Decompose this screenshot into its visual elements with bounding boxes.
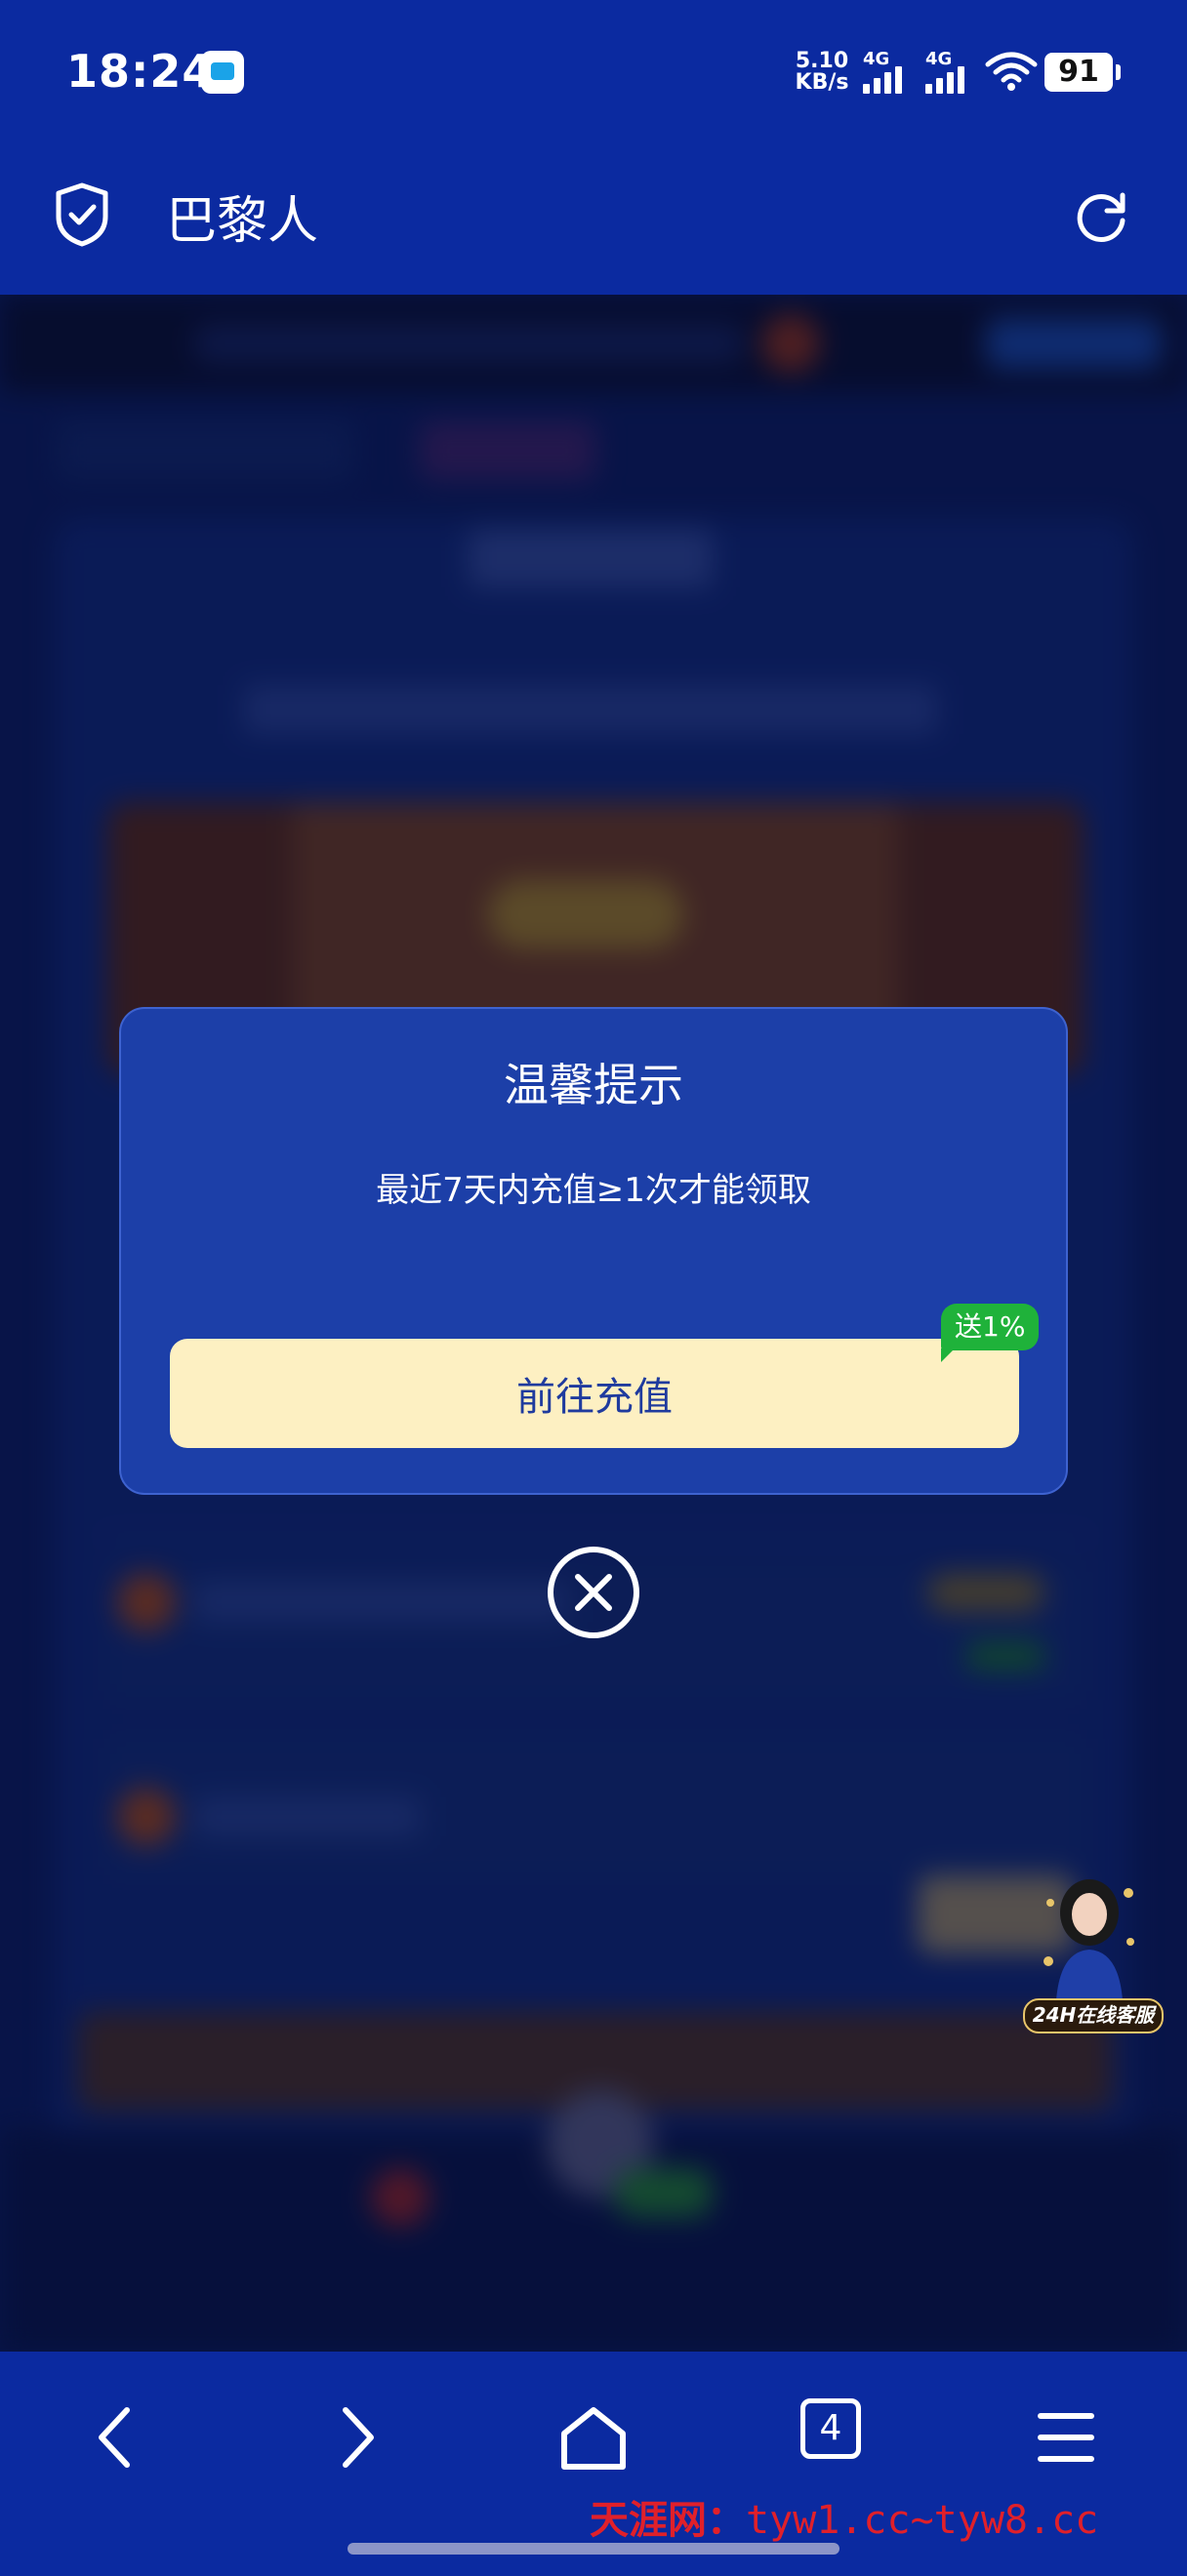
status-bar: 18:24 5.10 KB/s 4G 4G 91 — [0, 0, 1187, 146]
notification-app-icon — [201, 51, 244, 94]
refresh-icon[interactable] — [1070, 183, 1132, 246]
shield-check-icon[interactable] — [53, 181, 111, 248]
battery-indicator: 91 — [1044, 53, 1121, 92]
signal-icon-2: 4G — [921, 49, 976, 94]
signal-icon: 4G — [859, 49, 914, 94]
status-time: 18:24 — [66, 45, 215, 98]
browser-bottom-nav: 4 天涯网：tyw1.cc~tyw8.cc — [0, 2352, 1187, 2576]
customer-service-avatar — [1044, 1879, 1134, 2000]
watermark-text: 天涯网： — [590, 2497, 746, 2543]
gesture-bar[interactable] — [348, 2543, 839, 2555]
home-icon[interactable] — [554, 2398, 633, 2476]
bonus-badge: 送1% — [941, 1304, 1040, 1362]
forward-icon[interactable] — [316, 2398, 394, 2476]
network-speed: 5.10 KB/s — [791, 51, 853, 94]
watermark: 天涯网：tyw1.cc~tyw8.cc — [590, 2488, 1098, 2545]
go-recharge-button[interactable]: 前往充值 — [170, 1339, 1019, 1448]
network-speed-unit: KB/s — [795, 70, 849, 95]
wifi-icon — [985, 52, 1038, 91]
menu-icon[interactable] — [1027, 2398, 1105, 2476]
dialog-message: 最近7天内充值≥1次才能领取 — [376, 1171, 811, 1210]
app-header: 巴黎人 — [0, 146, 1187, 295]
watermark-url: tyw1.cc~tyw8.cc — [746, 2498, 1099, 2543]
tabs-count-button[interactable]: 4 — [800, 2398, 861, 2459]
tip-dialog: 温馨提示 最近7天内充值≥1次才能领取 前往充值 送1% — [119, 1007, 1068, 1495]
page-title: 巴黎人 — [166, 192, 319, 251]
customer-service-widget[interactable]: 24H在线客服 — [1011, 1873, 1167, 2039]
dialog-title: 温馨提示 — [504, 1059, 683, 1111]
close-icon[interactable] — [547, 1546, 640, 1639]
back-icon[interactable] — [78, 2398, 156, 2476]
customer-service-label: 24H在线客服 — [1023, 1998, 1164, 2033]
network-speed-value: 5.10 — [795, 49, 849, 73]
